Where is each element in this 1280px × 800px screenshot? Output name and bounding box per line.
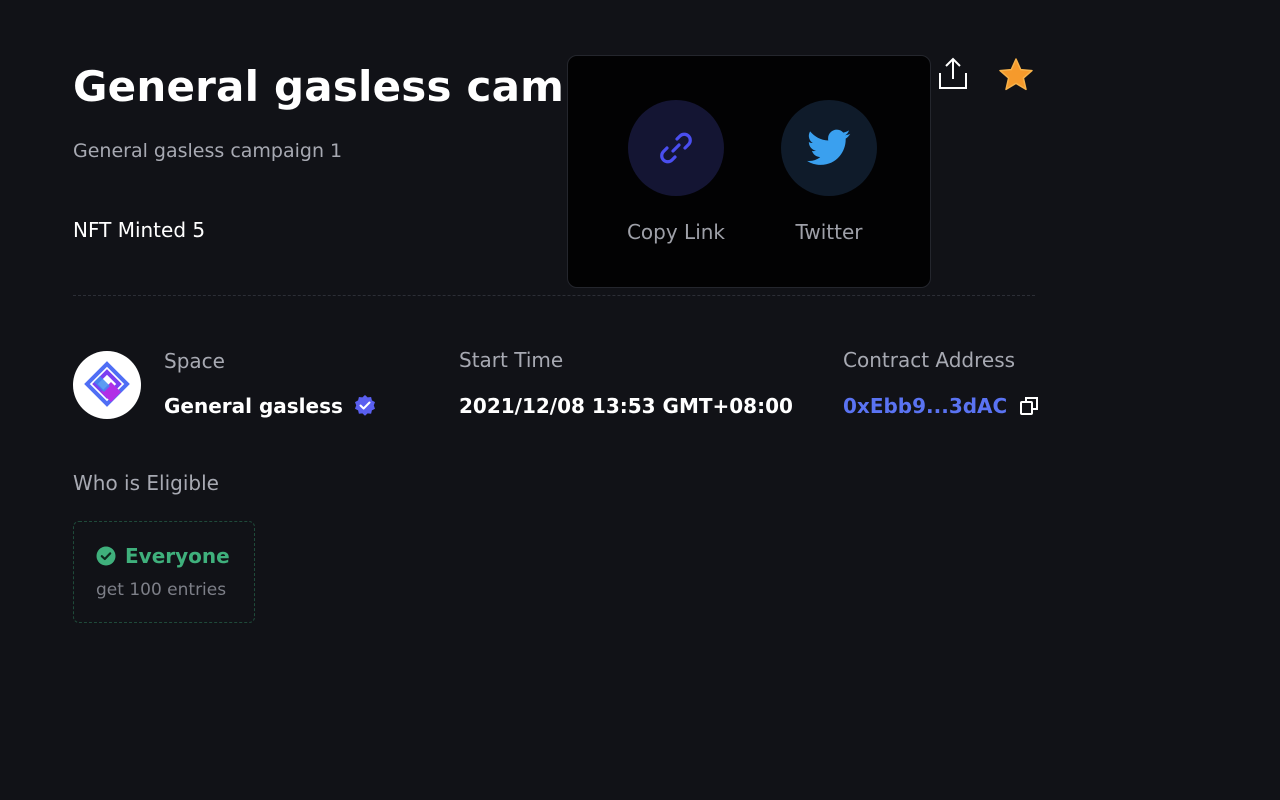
contract-address-row: 0xEbb9...3dAC <box>843 394 1039 418</box>
nft-minted-count: NFT Minted 5 <box>73 218 206 242</box>
copy-link-circle <box>628 100 724 196</box>
campaign-page: General gasless campaign 1 General gasle… <box>0 0 1280 800</box>
star-icon <box>999 58 1033 91</box>
share-upload-icon <box>939 57 967 89</box>
start-time-label: Start Time <box>459 348 564 372</box>
twitter-circle <box>781 100 877 196</box>
eligibility-title: Everyone <box>125 544 230 568</box>
eligibility-label: Who is Eligible <box>73 471 219 495</box>
space-name[interactable]: General gasless <box>164 394 343 418</box>
link-icon <box>660 132 692 164</box>
eligibility-card: Everyone get 100 entries <box>73 521 255 623</box>
space-logo-icon <box>84 361 130 407</box>
eligibility-subtitle: get 100 entries <box>96 580 227 600</box>
check-circle-icon <box>96 546 116 566</box>
campaign-description: General gasless campaign 1 <box>73 140 343 162</box>
start-time-value: 2021/12/08 13:53 GMT+08:00 <box>459 394 793 418</box>
contract-address-label: Contract Address <box>843 348 1016 372</box>
copy-icon <box>1020 397 1039 415</box>
space-label: Space <box>164 349 225 373</box>
contract-address-link[interactable]: 0xEbb9...3dAC <box>843 394 1007 418</box>
copy-link-option[interactable]: Copy Link <box>611 100 741 244</box>
twitter-label: Twitter <box>795 220 863 244</box>
copy-address-button[interactable] <box>1019 396 1039 416</box>
share-popup: Copy Link Twitter <box>567 55 931 288</box>
copy-link-label: Copy Link <box>626 220 726 244</box>
space-avatar[interactable] <box>73 351 141 419</box>
twitter-option[interactable]: Twitter <box>764 100 894 244</box>
favorite-button[interactable] <box>996 54 1036 94</box>
share-button[interactable] <box>934 54 972 92</box>
verified-badge-icon <box>354 395 375 416</box>
section-divider <box>73 295 1035 296</box>
twitter-icon <box>807 129 851 165</box>
eligibility-title-row: Everyone <box>96 544 230 568</box>
page-title: General gasless campaign 1 <box>73 62 568 111</box>
space-name-row[interactable]: General gasless <box>164 394 377 418</box>
